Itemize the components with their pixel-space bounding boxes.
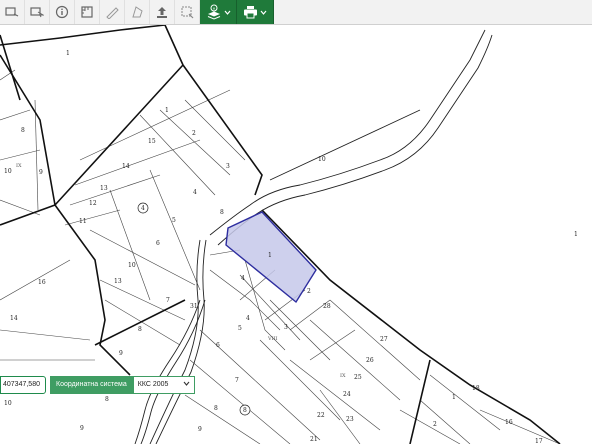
measure-area-button[interactable] [75,0,100,24]
polygon-button[interactable] [125,0,150,24]
parcel-label: 27 [380,336,388,343]
roman-label: IX [16,163,22,169]
parcel-label: 17 [535,438,543,444]
chevron-down-icon [224,10,231,15]
parcel-label: 16 [38,279,46,286]
chevron-down-icon [260,10,267,15]
parcel-label: 7 [166,297,170,304]
parcel-label: 10 [4,400,12,407]
parcel-label: 1 [66,50,70,57]
parcel-label: 5 [238,325,242,332]
parcel-label: 11 [79,218,87,225]
coordinate-readout: 407347,580 [0,376,46,394]
parcel-label: 1 [452,394,456,401]
parcel-label: 6 [216,342,220,349]
parcel-label: 15 [148,138,156,145]
parcel-label: 31 [190,303,198,310]
map-toolbar [0,0,592,25]
parcel-label: 4 [193,189,197,196]
parcel-label: 13 [100,185,108,192]
parcel-label: 12 [89,200,97,207]
coordinate-system-select[interactable]: ККС 2005 [132,376,195,394]
select-rectangle-button[interactable] [0,0,25,24]
parcel-label: 22 [317,412,325,419]
select-arrow-button[interactable] [25,0,50,24]
zoom-box-icon [180,5,194,19]
roman-label: IX [340,373,346,379]
parcel-label: 9 [80,425,84,432]
parcel-label: 2 [307,288,311,295]
parcel-label: 10 [128,262,136,269]
parcel-label: 14 [122,163,130,170]
parcel-label: 14 [10,315,18,322]
ruler-button[interactable] [100,0,125,24]
parcel-label: 3 [284,324,288,331]
info-button[interactable] [50,0,75,24]
upload-icon [155,5,169,19]
upload-button[interactable] [150,0,175,24]
parcel-label: 1 [574,231,578,238]
parcel-label: 8 [220,209,224,216]
circled-label: 4 [141,205,145,212]
print-icon [243,5,258,19]
parcel-label: 4 [241,275,245,282]
coordinate-system-label: Координатна система [50,376,133,394]
parcel-label: 8 [214,405,218,412]
parcel-label: 9 [39,169,43,176]
coordinate-bar: 407347,580 Координатна система ККС 2005 [0,376,195,394]
parcel-label: 13 [114,278,122,285]
parcel-label: 23 [346,416,354,423]
zoom-box-button[interactable] [175,0,200,24]
select-arrow-icon [30,6,44,18]
parcel-label: 10 [4,168,12,175]
chevron-down-icon [183,377,190,393]
parcel-label: 25 [354,374,362,381]
polygon-icon [130,5,144,19]
roman-label: VIII [267,336,278,342]
layers-info-icon [206,4,222,20]
ruler-icon [105,5,119,19]
parcel-label: 18 [472,385,480,392]
parcel-label: 9 [198,426,202,433]
parcel-label: 6 [156,240,160,247]
parcel-label: 7 [235,377,239,384]
measure-area-icon [80,5,94,19]
select-rectangle-icon [5,6,19,18]
parcel-label: 9 [119,350,123,357]
parcel-label: 24 [343,391,351,398]
parcel-label: 8 [138,326,142,333]
parcel-label: 1 [165,107,169,114]
parcel-label: 28 [323,303,331,310]
parcel-label: 21 [310,436,318,443]
coordinate-system-value: ККС 2005 [137,381,169,388]
parcel-label: 26 [366,357,374,364]
parcel-label: 4 [246,315,250,322]
print-button[interactable] [237,0,274,24]
parcel-label: 2 [192,130,196,137]
info-icon [55,5,69,19]
parcel-label: 8 [105,396,109,403]
circled-label: 8 [243,407,247,414]
parcel-label: 10 [318,156,326,163]
parcel-label: 1 [268,252,272,259]
parcel-label: 2 [433,421,437,428]
parcel-label: 16 [505,419,513,426]
parcel-label: 5 [172,217,176,224]
parcel-label: 8 [21,127,25,134]
parcel-label: 3 [226,163,230,170]
layers-info-button[interactable] [200,0,237,24]
